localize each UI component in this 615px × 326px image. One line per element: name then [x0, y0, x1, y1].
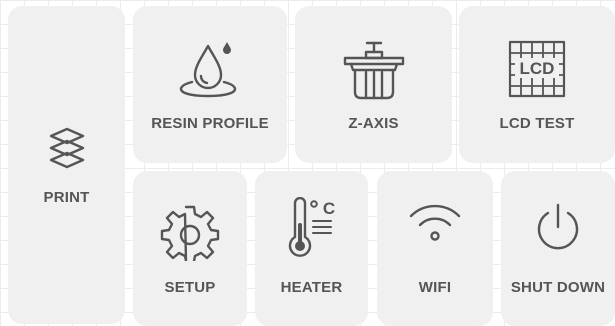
lcd-test-button[interactable]: LCD LCD TEST	[459, 6, 615, 163]
wifi-label: WIFI	[418, 279, 452, 296]
resin-profile-label: RESIN PROFILE	[151, 115, 269, 132]
heater-button[interactable]: C HEATER	[255, 171, 368, 326]
print-label: PRINT	[43, 189, 90, 206]
thermometer-celsius-icon: C	[255, 197, 368, 259]
lcd-grid-icon: LCD	[459, 38, 615, 100]
shut-down-label: SHUT DOWN	[510, 279, 606, 296]
wifi-button[interactable]: WIFI	[377, 171, 493, 326]
gear-icon	[133, 201, 247, 261]
resin-profile-button[interactable]: RESIN PROFILE	[133, 6, 287, 163]
layers-icon	[8, 126, 125, 172]
heater-label: HEATER	[280, 279, 343, 296]
power-icon	[501, 201, 615, 257]
setup-label: SETUP	[164, 279, 216, 296]
lcd-test-label: LCD TEST	[499, 115, 575, 132]
wifi-icon	[377, 201, 493, 243]
svg-text:C: C	[322, 199, 334, 218]
z-axis-button[interactable]: Z-AXIS	[295, 6, 452, 163]
shut-down-button[interactable]: SHUT DOWN	[501, 171, 615, 326]
z-axis-label: Z-AXIS	[348, 115, 399, 132]
setup-button[interactable]: SETUP	[133, 171, 247, 326]
z-axis-platform-icon	[295, 38, 452, 104]
lcd-icon-text: LCD	[520, 59, 555, 78]
print-button[interactable]: PRINT	[8, 6, 125, 324]
resin-drop-icon	[133, 40, 287, 106]
